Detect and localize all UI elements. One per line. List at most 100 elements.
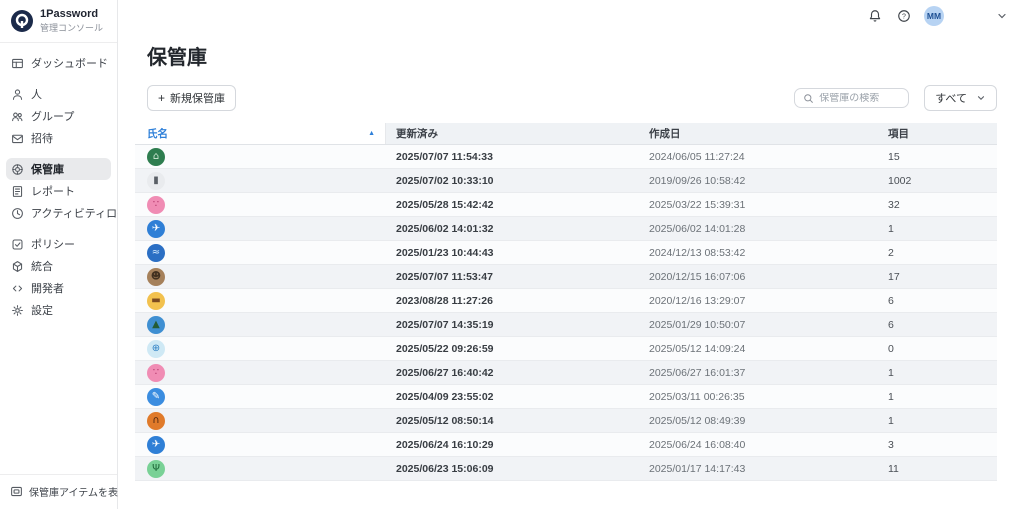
table-row[interactable]: ✈2025/06/24 16:10:292025/06/24 16:08:403 [135, 433, 997, 457]
table-row[interactable]: ∵2025/05/28 15:42:422025/03/22 15:39:313… [135, 193, 997, 217]
settings-icon [11, 304, 24, 317]
table-body: ⌂2025/07/07 11:54:332024/06/05 11:27:241… [135, 145, 997, 481]
sidebar-item[interactable]: 招待 [6, 127, 111, 149]
sidebar-item[interactable]: 開発者 [6, 277, 111, 299]
sort-ascending-icon: ▲ [368, 130, 375, 137]
header-updated[interactable]: 更新済み [386, 123, 639, 144]
group-icon [11, 110, 24, 123]
created-cell: 2019/09/26 10:58:42 [639, 175, 882, 187]
page-title: 保管庫 [147, 41, 1024, 70]
topbar: ? MM [118, 0, 1024, 32]
items-count-cell: 11 [882, 463, 997, 475]
family-photo-icon: ☻ [147, 268, 165, 286]
created-cell: 2025/03/22 15:39:31 [639, 199, 882, 211]
search-icon [803, 93, 814, 104]
table-row[interactable]: Ψ2025/06/23 15:06:092025/01/17 14:17:431… [135, 457, 997, 481]
updated-cell: 2025/06/24 16:10:29 [386, 439, 639, 451]
paw-icon: ∵ [147, 196, 165, 214]
table-header-row: 氏名 ▲ 更新済み 作成日 項目 [135, 123, 997, 145]
user-avatar[interactable]: MM [924, 6, 944, 26]
campfire-icon: ∩ [147, 412, 165, 430]
updated-cell: 2025/04/09 23:55:02 [386, 391, 639, 403]
table-row[interactable]: ▬2023/08/28 11:27:262020/12/16 13:29:076 [135, 289, 997, 313]
table-row[interactable]: ☻2025/07/07 11:53:472020/12/15 16:07:061… [135, 265, 997, 289]
sidebar-item-label: ポリシー [31, 236, 75, 252]
vault-name-cell: ∩ [135, 412, 386, 430]
sidebar-group: 保管庫レポートアクティビティログ [6, 158, 111, 224]
table-row[interactable]: ▲2025/07/07 14:35:192025/01/29 10:50:076 [135, 313, 997, 337]
table-row[interactable]: ✎2025/04/09 23:55:022025/03/11 00:26:351 [135, 385, 997, 409]
plus-icon: + [158, 92, 165, 104]
header-name[interactable]: 氏名 ▲ [135, 123, 386, 144]
vault-items-icon [10, 485, 23, 498]
created-cell: 2025/05/12 14:09:24 [639, 343, 882, 355]
logo: 1Password 管理コンソール [0, 0, 117, 43]
farm-icon: ⌂ [147, 148, 165, 166]
sidebar-footer-show-vault-items[interactable]: 保管庫アイテムを表示 [0, 474, 117, 509]
table-row[interactable]: ∩2025/05/12 08:50:142025/05/12 08:49:391 [135, 409, 997, 433]
updated-cell: 2025/05/28 15:42:42 [386, 199, 639, 211]
created-cell: 2025/06/24 16:08:40 [639, 439, 882, 451]
server-icon: ▮ [147, 172, 165, 190]
briefcase-icon: ▬ [147, 292, 165, 310]
search-input[interactable] [819, 93, 900, 104]
items-count-cell: 6 [882, 319, 997, 331]
sidebar-item[interactable]: 設定 [6, 299, 111, 321]
table-row[interactable]: ⌂2025/07/07 11:54:332024/06/05 11:27:241… [135, 145, 997, 169]
created-cell: 2025/06/02 14:01:28 [639, 223, 882, 235]
vault-search [794, 88, 909, 108]
account-menu-chevron-down-icon[interactable] [996, 10, 1008, 22]
sidebar-item[interactable]: 統合 [6, 255, 111, 277]
chevron-down-icon [976, 93, 986, 103]
filter-dropdown[interactable]: すべて [924, 85, 997, 111]
sidebar-item[interactable]: アクティビティログ [6, 202, 111, 224]
created-cell: 2025/03/11 00:26:35 [639, 391, 882, 403]
vault-name-cell: ✈ [135, 220, 386, 238]
logo-title: 1Password [40, 8, 103, 20]
developer-icon [11, 282, 24, 295]
updated-cell: 2025/06/27 16:40:42 [386, 367, 639, 379]
sidebar-item-label: ダッシュボード [31, 55, 108, 71]
updated-cell: 2025/06/23 15:06:09 [386, 463, 639, 475]
sidebar-item[interactable]: ダッシュボード [6, 52, 111, 74]
header-created[interactable]: 作成日 [639, 123, 882, 144]
table-row[interactable]: ≈2025/01/23 10:44:432024/12/13 08:53:422 [135, 241, 997, 265]
table-row[interactable]: ▮2025/07/02 10:33:102019/09/26 10:58:421… [135, 169, 997, 193]
sidebar-group: 人グループ招待 [6, 83, 111, 149]
table-row[interactable]: ✈2025/06/02 14:01:322025/06/02 14:01:281 [135, 217, 997, 241]
new-vault-button[interactable]: + 新規保管庫 [147, 85, 236, 111]
vault-name-cell: ▮ [135, 172, 386, 190]
sidebar-item[interactable]: 保管庫 [6, 158, 111, 180]
vault-name-cell: ∵ [135, 196, 386, 214]
filter-value: すべて [935, 90, 967, 106]
app-window: 1Password 管理コンソール ダッシュボード人グループ招待保管庫レポートア… [0, 0, 1024, 509]
main-area: ? MM 保管庫 + 新規保管庫 すべて [118, 0, 1024, 509]
dashboard-icon [11, 57, 24, 70]
onepassword-logo-icon [10, 9, 34, 33]
items-count-cell: 15 [882, 151, 997, 163]
report-icon [11, 185, 24, 198]
created-cell: 2025/01/17 14:17:43 [639, 463, 882, 475]
sidebar-item[interactable]: グループ [6, 105, 111, 127]
help-icon[interactable]: ? [897, 9, 911, 23]
updated-cell: 2025/07/07 14:35:19 [386, 319, 639, 331]
sidebar-item[interactable]: 人 [6, 83, 111, 105]
airplane-icon: ✈ [147, 220, 165, 238]
created-cell: 2020/12/16 13:29:07 [639, 295, 882, 307]
items-count-cell: 1002 [882, 175, 997, 187]
table-row[interactable]: ∵2025/06/27 16:40:422025/06/27 16:01:371 [135, 361, 997, 385]
created-cell: 2024/12/13 08:53:42 [639, 247, 882, 259]
sidebar-group: ポリシー統合開発者設定 [6, 233, 111, 321]
integration-icon [11, 260, 24, 273]
sidebar-item[interactable]: レポート [6, 180, 111, 202]
sidebar-footer-label: 保管庫アイテムを表示 [29, 484, 128, 499]
sidebar-item[interactable]: ポリシー [6, 233, 111, 255]
table-row[interactable]: ⊕2025/05/22 09:26:592025/05/12 14:09:240 [135, 337, 997, 361]
activity-icon [11, 207, 24, 220]
updated-cell: 2025/01/23 10:44:43 [386, 247, 639, 259]
sidebar-item-label: アクティビティログ [31, 205, 128, 221]
created-cell: 2025/05/12 08:49:39 [639, 415, 882, 427]
header-items[interactable]: 項目 [882, 123, 997, 144]
invite-icon [11, 132, 24, 145]
notifications-bell-icon[interactable] [868, 9, 882, 23]
